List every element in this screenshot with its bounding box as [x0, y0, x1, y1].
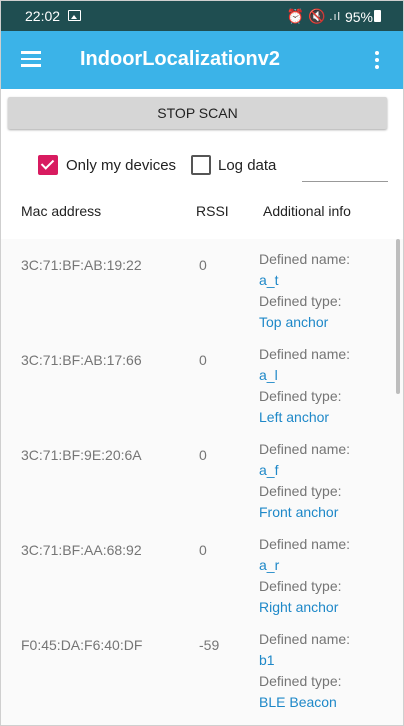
device-row[interactable]: 3C:71:BF:AB:19:22 0 Defined name: a_t De…	[0, 239, 404, 333]
rssi-value: 0	[199, 352, 207, 368]
gallery-notification-icon	[68, 10, 81, 21]
device-row[interactable]: 3C:71:BF:AA:68:92 0 Defined name: a_r De…	[0, 524, 404, 618]
defined-name-label: Defined name:	[259, 536, 351, 552]
mac-address: 3C:71:BF:AA:68:92	[21, 542, 142, 558]
mac-address: 3C:71:BF:9E:20:6A	[21, 447, 142, 463]
signal-icon: .ıl	[329, 10, 341, 23]
defined-type-label: Defined type:	[259, 388, 342, 404]
header-rssi: RSSI	[196, 203, 229, 219]
defined-name-value: a_t	[259, 272, 279, 288]
defined-type-label: Defined type:	[259, 483, 342, 499]
additional-info: Defined name: b1 Defined type: BLE Beaco…	[259, 629, 350, 713]
overflow-menu-icon[interactable]	[375, 51, 379, 69]
defined-name-value: b1	[259, 652, 275, 668]
app-title: IndoorLocalizationv2	[80, 48, 281, 70]
defined-name-value: a_f	[259, 462, 279, 478]
defined-type-label: Defined type:	[259, 673, 342, 689]
battery-percent: 95%	[344, 8, 373, 25]
rssi-value: 0	[199, 447, 207, 463]
mac-address: 3C:71:BF:AB:17:66	[21, 352, 142, 368]
alarm-icon: ⏰	[286, 8, 304, 24]
device-row[interactable]: 3C:71:BF:AB:17:66 0 Defined name: a_l De…	[0, 334, 404, 428]
defined-type-value: Top anchor	[259, 314, 329, 330]
mac-address: F0:45:DA:F6:40:DF	[21, 637, 143, 653]
only-my-devices-checkbox[interactable]	[38, 155, 58, 175]
defined-type-label: Defined type:	[259, 293, 342, 309]
device-row[interactable]: 3C:71:BF:9E:20:6A 0 Defined name: a_f De…	[0, 429, 404, 523]
rssi-value: -59	[199, 637, 220, 653]
list-scrollbar[interactable]	[396, 239, 400, 394]
log-data-checkbox[interactable]	[191, 155, 211, 175]
defined-type-label: Defined type:	[259, 578, 342, 594]
defined-type-value: BLE Beacon	[259, 694, 337, 710]
defined-name-label: Defined name:	[259, 631, 351, 647]
mute-icon: 🔇	[307, 8, 326, 24]
defined-name-value: a_r	[259, 557, 280, 573]
header-mac-address: Mac address	[21, 203, 102, 219]
defined-type-value: Left anchor	[259, 409, 330, 425]
hamburger-menu-icon[interactable]	[21, 51, 41, 67]
filter-input-underline[interactable]	[302, 181, 388, 182]
additional-info: Defined name: a_r Defined type: Right an…	[259, 534, 350, 618]
status-bar: 22:02 ⏰ 🔇 .ıl 95%	[1, 1, 403, 31]
additional-info: Defined name: a_f Defined type: Front an…	[259, 439, 350, 523]
defined-type-value: Front anchor	[259, 504, 339, 520]
mac-address: 3C:71:BF:AB:19:22	[21, 257, 142, 273]
rssi-value: 0	[199, 257, 207, 273]
only-my-devices-label: Only my devices	[66, 157, 177, 174]
defined-name-label: Defined name:	[259, 441, 351, 457]
defined-type-value: Right anchor	[259, 599, 339, 615]
defined-name-label: Defined name:	[259, 251, 351, 267]
defined-name-label: Defined name:	[259, 346, 351, 362]
status-right-group: ⏰ 🔇 .ıl 95%	[287, 8, 373, 25]
device-row[interactable]: F0:45:DA:F6:40:DF -59 Defined name: b1 D…	[0, 619, 404, 713]
status-time: 22:02	[25, 8, 61, 24]
log-data-label: Log data	[218, 157, 277, 174]
additional-info: Defined name: a_t Defined type: Top anch…	[259, 249, 350, 333]
stop-scan-button[interactable]: STOP SCAN	[8, 97, 387, 129]
app-bar: IndoorLocalizationv2	[1, 31, 403, 89]
additional-info: Defined name: a_l Defined type: Left anc…	[259, 344, 350, 428]
header-additional-info: Additional info	[263, 203, 351, 219]
defined-name-value: a_l	[259, 367, 278, 383]
battery-icon	[374, 10, 381, 22]
rssi-value: 0	[199, 542, 207, 558]
